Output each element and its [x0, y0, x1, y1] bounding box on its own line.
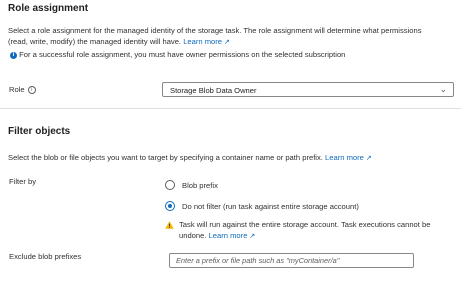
- info-circle-icon[interactable]: i: [27, 86, 36, 94]
- radio-label-do-not-filter: Do not filter (run task against entire s…: [182, 202, 359, 211]
- exclude-prefixes-input[interactable]: [169, 253, 414, 268]
- role-label-text: Role: [9, 85, 25, 94]
- role-assignment-description-2: (read, write, modify) the managed identi…: [8, 36, 230, 48]
- warning-line2: undone.: [179, 231, 207, 240]
- warning-learn-more-link[interactable]: Learn more: [209, 231, 248, 240]
- warning-text-2: undone. Learn more ↗: [179, 230, 255, 242]
- radio-button[interactable]: [165, 180, 175, 190]
- permission-notice: i For a successful role assignment, you …: [10, 49, 345, 60]
- info-icon: i: [10, 51, 17, 59]
- role-learn-more-link[interactable]: Learn more: [183, 37, 222, 46]
- radio-label-blob-prefix: Blob prefix: [182, 181, 218, 190]
- external-link-icon: ↗: [365, 155, 372, 162]
- external-link-icon: ↗: [224, 39, 230, 46]
- exclude-prefixes-label: Exclude blob prefixes: [9, 252, 82, 261]
- warning-text: Task will run against the entire storage…: [179, 219, 430, 230]
- external-link-icon: ↗: [249, 233, 256, 240]
- role-assignment-description: Select a role assignment for the managed…: [8, 25, 422, 36]
- role-dropdown[interactable]: Storage Blob Data Owner ⌄: [162, 82, 454, 97]
- permission-notice-text: For a successful role assignment, you mu…: [19, 50, 346, 59]
- warning-icon: [165, 221, 174, 229]
- radio-option-do-not-filter[interactable]: Do not filter (run task against entire s…: [165, 201, 425, 213]
- chevron-down-icon: ⌄: [439, 84, 447, 94]
- role-label: Role i: [9, 84, 36, 95]
- filter-description-text: Select the blob or file objects you want…: [8, 153, 323, 162]
- role-description-line2: (read, write, modify) the managed identi…: [8, 37, 182, 46]
- role-dropdown-value: Storage Blob Data Owner: [170, 86, 257, 95]
- filter-description: Select the blob or file objects you want…: [8, 152, 372, 164]
- filter-learn-more-link[interactable]: Learn more: [325, 153, 364, 162]
- filter-by-label: Filter by: [9, 177, 37, 186]
- warning-line1: Task will run against the entire storage…: [179, 220, 431, 229]
- section-divider: [0, 108, 461, 109]
- role-description-line1: Select a role assignment for the managed…: [8, 26, 422, 35]
- filter-objects-heading: Filter objects: [8, 126, 71, 137]
- role-assignment-heading: Role assignment: [8, 3, 89, 14]
- radio-option-blob-prefix[interactable]: Blob prefix: [165, 180, 365, 192]
- radio-button-selected[interactable]: [165, 201, 175, 211]
